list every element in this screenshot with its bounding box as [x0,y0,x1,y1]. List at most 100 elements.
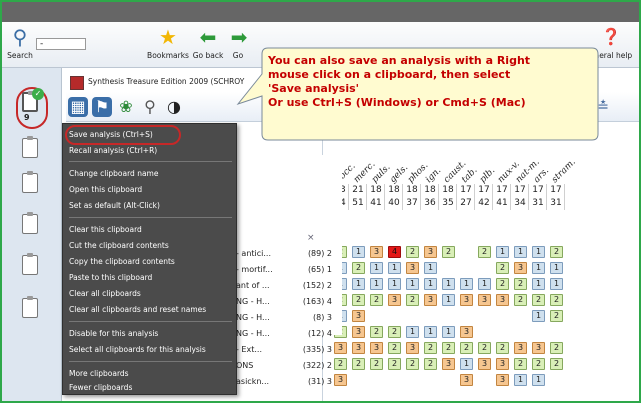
menu-save-analysis[interactable]: Save analysis (Ctrl+S) [69,128,153,142]
grade-cell[interactable]: 4 [388,246,401,258]
grade-cell[interactable]: 3 [424,246,437,258]
clipboard-2[interactable] [22,136,38,158]
menu-set-default[interactable]: Set as default (Alt-Click) [69,199,160,213]
grade-cell[interactable]: 1 [370,278,383,290]
rubric-row[interactable]: ant of ... (152) 2 [236,278,342,293]
clipboard-5[interactable] [22,253,38,275]
grade-cell[interactable]: 3 [496,358,509,370]
menu-clear-clipboard[interactable]: Clear this clipboard [69,223,142,237]
grade-cell[interactable]: 3 [496,294,509,306]
menu-copy-contents[interactable]: Copy the clipboard contents [69,255,175,269]
grade-cell[interactable]: 2 [370,358,383,370]
menu-more-clipboards[interactable]: More clipboards [69,367,129,381]
grade-cell[interactable]: 3 [532,342,545,354]
menu-clear-all[interactable]: Clear all clipboards [69,287,141,301]
grade-cell[interactable]: 3 [460,326,473,338]
menu-paste[interactable]: Paste to this clipboard [69,271,152,285]
rubric-row[interactable]: NG - H... (163) 4 [236,294,342,309]
grade-cell[interactable]: 2 [532,358,545,370]
grade-cell[interactable]: 1 [532,262,545,274]
grade-cell[interactable]: 1 [442,326,455,338]
grade-cell[interactable]: 3 [442,358,455,370]
grade-cell[interactable]: 2 [550,342,563,354]
grade-cell[interactable]: 2 [406,294,419,306]
grade-cell[interactable]: 2 [352,358,365,370]
grade-cell[interactable]: 2 [496,262,509,274]
grade-cell[interactable]: 2 [496,342,509,354]
grade-cell[interactable]: 1 [460,278,473,290]
grade-cell[interactable]: 3 [352,310,365,322]
grade-cell[interactable]: 3 [406,262,419,274]
clipboard-4[interactable] [22,212,38,234]
grade-cell[interactable]: 1 [442,278,455,290]
grade-cell[interactable]: 3 [478,358,491,370]
tree-icon[interactable]: ⚑ [92,97,112,117]
grade-cell[interactable]: 1 [424,326,437,338]
go-back-button[interactable]: ⬅ Go back [190,26,226,66]
grade-cell[interactable]: 2 [388,326,401,338]
menu-change-name[interactable]: Change clipboard name [69,167,158,181]
menu-select-all[interactable]: Select all clipboards for this analysis [69,343,206,357]
grade-cell[interactable]: 1 [550,278,563,290]
grade-cell[interactable]: 2 [406,358,419,370]
menu-disable-analysis[interactable]: Disable for this analysis [69,327,158,341]
grade-cell[interactable]: 1 [406,278,419,290]
menu-clear-all-reset[interactable]: Clear all clipboards and reset names [69,303,206,317]
grade-cell[interactable]: 2 [550,358,563,370]
grade-cell[interactable]: 3 [460,374,473,386]
rubric-row[interactable]: asickn... (31) 3 [236,374,342,389]
grade-cell[interactable]: 1 [424,278,437,290]
grade-cell[interactable]: 2 [550,294,563,306]
plant-icon[interactable]: ❀ [116,97,136,117]
bookmarks-button[interactable]: ★ Bookmarks [146,26,190,66]
menu-recall-analysis[interactable]: Recall analysis (Ctrl+R) [69,144,157,158]
grade-cell[interactable]: 3 [424,294,437,306]
grade-cell[interactable]: 1 [460,358,473,370]
grade-cell[interactable]: 2 [424,358,437,370]
grade-cell[interactable]: 2 [460,342,473,354]
contrast-icon[interactable]: ◑ [164,97,184,117]
grade-cell[interactable]: 1 [352,278,365,290]
grade-cell[interactable]: 3 [496,374,509,386]
grade-cell[interactable]: 2 [514,278,527,290]
grade-cell[interactable]: 1 [352,246,365,258]
grade-cell[interactable]: 2 [550,246,563,258]
grade-cell[interactable]: 2 [352,294,365,306]
magnify-icon[interactable]: ⚲ [140,97,160,117]
grade-cell[interactable]: 1 [514,246,527,258]
grade-cell[interactable]: 1 [532,246,545,258]
grade-cell[interactable]: 3 [370,342,383,354]
grade-cell[interactable]: 2 [532,294,545,306]
grade-cell[interactable]: 2 [496,278,509,290]
grade-cell[interactable]: 3 [370,246,383,258]
menu-open-clipboard[interactable]: Open this clipboard [69,183,142,197]
grade-cell[interactable]: 2 [370,326,383,338]
menu-cut-contents[interactable]: Cut the clipboard contents [69,239,169,253]
grade-cell[interactable]: 1 [532,310,545,322]
grade-cell[interactable]: 1 [388,262,401,274]
grade-cell[interactable]: 2 [550,310,563,322]
grade-cell[interactable]: 1 [442,294,455,306]
grade-cell[interactable]: 3 [478,294,491,306]
rubric-row[interactable]: - Ext... (335) 3 [236,342,342,357]
grade-cell[interactable]: 2 [388,342,401,354]
grade-cell[interactable]: 3 [514,342,527,354]
grade-cell[interactable]: 1 [388,278,401,290]
grade-cell[interactable]: 2 [352,262,365,274]
grade-cell[interactable]: 2 [478,342,491,354]
grade-cell[interactable]: 1 [406,326,419,338]
repertory-icon[interactable]: ▦ [68,97,88,117]
grade-cell[interactable]: 2 [478,246,491,258]
rubric-row[interactable]: NG - H... (12) 4 [236,326,342,341]
grade-cell[interactable]: 1 [532,374,545,386]
grade-cell[interactable]: 2 [370,294,383,306]
grade-cell[interactable]: 1 [496,246,509,258]
rubric-row[interactable]: - antici... (89) 2 [236,246,342,261]
close-icon[interactable]: × [307,233,315,243]
grade-cell[interactable]: 1 [550,262,563,274]
grade-cell[interactable]: 2 [424,342,437,354]
grade-cell[interactable]: 3 [460,294,473,306]
rubric-row[interactable]: ONS (322) 2 [236,358,342,373]
menu-fewer-clipboards[interactable]: Fewer clipboards [69,381,132,395]
grade-cell[interactable]: 3 [352,326,365,338]
